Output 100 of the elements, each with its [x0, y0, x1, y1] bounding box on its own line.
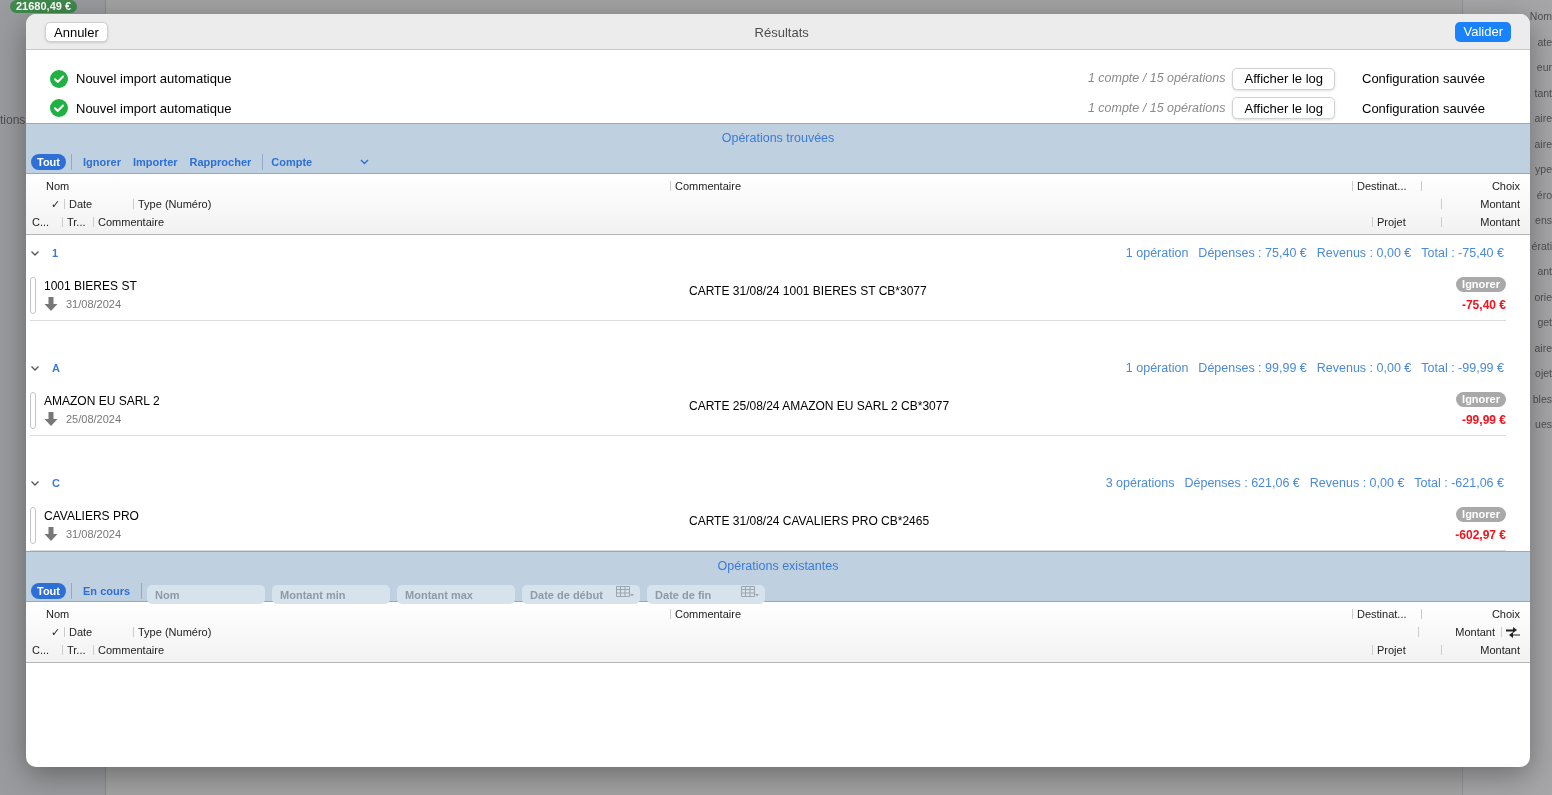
arrow-down-icon: [44, 527, 58, 542]
column-header[interactable]: C...: [30, 644, 58, 656]
panel-label: Nom: [1529, 9, 1552, 24]
column-header[interactable]: ✓: [30, 626, 60, 638]
import-summary: 1 compte / 15 opérations: [1087, 99, 1226, 117]
column-header[interactable]: Tr...: [67, 644, 89, 656]
column-header[interactable]: Destinat...: [1357, 180, 1417, 192]
panel-label: ate: [1537, 34, 1552, 50]
panel-label: ant: [1537, 264, 1552, 279]
panel-label: aire: [1534, 340, 1552, 356]
filter-tab[interactable]: Tout: [31, 583, 66, 599]
chevron-down-icon[interactable]: [30, 363, 40, 373]
column-header[interactable]: Type (Numéro): [138, 626, 1414, 638]
column-header[interactable]: Destinat...: [1357, 608, 1417, 620]
panel-label: get: [1537, 315, 1552, 330]
panel-label: aire: [1534, 136, 1552, 152]
column-header[interactable]: Montant: [1446, 644, 1526, 656]
filter-field[interactable]: Montant min: [272, 585, 391, 604]
panel-label: éro: [1536, 187, 1552, 203]
operation-date: 25/08/2024: [66, 412, 122, 427]
column-header[interactable]: Projet: [1377, 644, 1437, 656]
cancel-button[interactable]: Annuler: [45, 21, 108, 42]
group-summary: Total : -99,99 €: [1421, 359, 1504, 377]
date-field[interactable]: Date de début: [522, 585, 641, 604]
group-summary: Revenus : 0,00 €: [1316, 359, 1412, 377]
operation-comment: CARTE 31/08/24 CAVALIERS PRO CB*2465: [689, 514, 930, 528]
column-header[interactable]: Nom: [30, 180, 666, 192]
chevron-down-icon[interactable]: [30, 478, 40, 488]
operation-comment: CARTE 31/08/24 1001 BIERES ST CB*3077: [689, 284, 927, 298]
row-selector[interactable]: [30, 507, 36, 544]
row-selector[interactable]: [30, 277, 36, 314]
swap-arrows-icon[interactable]: [1506, 626, 1520, 638]
operation-name: CAVALIERS PRO: [44, 508, 140, 524]
import-summary: 1 compte / 15 opérations: [1087, 70, 1226, 88]
column-header[interactable]: Projet: [1377, 216, 1437, 228]
group-summary: 1 opération: [1125, 359, 1189, 377]
import-status: Configuration sauvée: [1362, 70, 1486, 88]
chevron-down-icon: [360, 159, 370, 165]
column-header[interactable]: Montant: [1446, 198, 1526, 210]
operation-date: 31/08/2024: [66, 297, 122, 312]
date-field[interactable]: Date de fin: [647, 585, 766, 604]
group-summary: Total : -621,06 €: [1414, 474, 1504, 492]
column-header[interactable]: ✓: [30, 198, 60, 210]
group-label: 1: [52, 245, 59, 261]
operation-name: 1001 BIERES ST: [44, 278, 138, 294]
operation-amount: -75,40 €: [1461, 297, 1506, 314]
balance-badge: 21680,49 €: [10, 0, 78, 13]
group-summary: Total : -75,40 €: [1421, 244, 1504, 262]
column-header[interactable]: Montant: [1423, 626, 1497, 638]
column-header[interactable]: Commentaire: [675, 608, 1348, 620]
column-header[interactable]: Date: [69, 198, 129, 210]
import-status: Configuration sauvée: [1362, 99, 1486, 118]
group-summary: 3 opérations: [1105, 474, 1175, 492]
section-title: Opérations existantes: [717, 558, 839, 576]
chevron-down-icon[interactable]: [30, 248, 40, 258]
panel-label: ojet: [1535, 366, 1552, 381]
panel-label: orie: [1534, 289, 1552, 305]
calendar-icon[interactable]: [741, 585, 760, 598]
column-header[interactable]: Tr...: [67, 216, 89, 228]
panel-label: ype: [1535, 162, 1552, 177]
filter-field[interactable]: Montant max: [397, 585, 516, 604]
confirm-button[interactable]: Valider: [1455, 21, 1511, 42]
calendar-icon[interactable]: [616, 585, 635, 598]
filter-tab[interactable]: Tout: [31, 154, 66, 170]
operation-comment: CARTE 25/08/24 AMAZON EU SARL 2 CB*3077: [689, 399, 950, 413]
sidebar-text: tions: [0, 112, 26, 129]
group-summary: Revenus : 0,00 €: [1316, 244, 1412, 262]
panel-label: ues: [1535, 417, 1552, 432]
import-name: Nouvel import automatique: [76, 99, 232, 118]
group-summary: Dépenses : 75,40 €: [1198, 244, 1307, 262]
group-summary: Dépenses : 99,99 €: [1198, 359, 1307, 377]
show-log-button[interactable]: Afficher le log: [1232, 67, 1335, 90]
arrow-down-icon: [44, 297, 58, 312]
show-log-button[interactable]: Afficher le log: [1232, 97, 1335, 120]
column-header[interactable]: Date: [69, 626, 129, 638]
operation-amount: -99,99 €: [1461, 412, 1506, 429]
group-summary: 1 opération: [1125, 244, 1189, 262]
filter-field[interactable]: Nom: [147, 585, 266, 604]
section-title: Opérations trouvées: [721, 130, 835, 148]
panel-label: ens: [1535, 213, 1552, 228]
panel-label: tant: [1534, 85, 1552, 101]
column-header[interactable]: Commentaire: [98, 216, 1368, 228]
operation-name: AMAZON EU SARL 2: [44, 393, 161, 409]
column-header[interactable]: Commentaire: [675, 180, 1348, 192]
column-header[interactable]: Nom: [30, 608, 666, 620]
operation-amount: -602,97 €: [1455, 527, 1506, 544]
group-summary: Dépenses : 621,06 €: [1184, 474, 1300, 492]
panel-label: aire: [1534, 111, 1552, 126]
column-header[interactable]: Choix: [1426, 608, 1526, 620]
column-header[interactable]: Type (Numéro): [138, 198, 1437, 210]
column-header[interactable]: Commentaire: [98, 644, 1368, 656]
panel-label: érati: [1531, 238, 1552, 254]
column-header[interactable]: C...: [30, 216, 58, 228]
row-selector[interactable]: [30, 392, 36, 429]
column-header[interactable]: Montant: [1446, 216, 1526, 228]
check-circle-icon: [50, 99, 68, 118]
group-label: C: [52, 475, 60, 491]
operation-date: 31/08/2024: [66, 527, 122, 542]
column-header[interactable]: Choix: [1426, 180, 1526, 192]
import-name: Nouvel import automatique: [76, 70, 232, 88]
